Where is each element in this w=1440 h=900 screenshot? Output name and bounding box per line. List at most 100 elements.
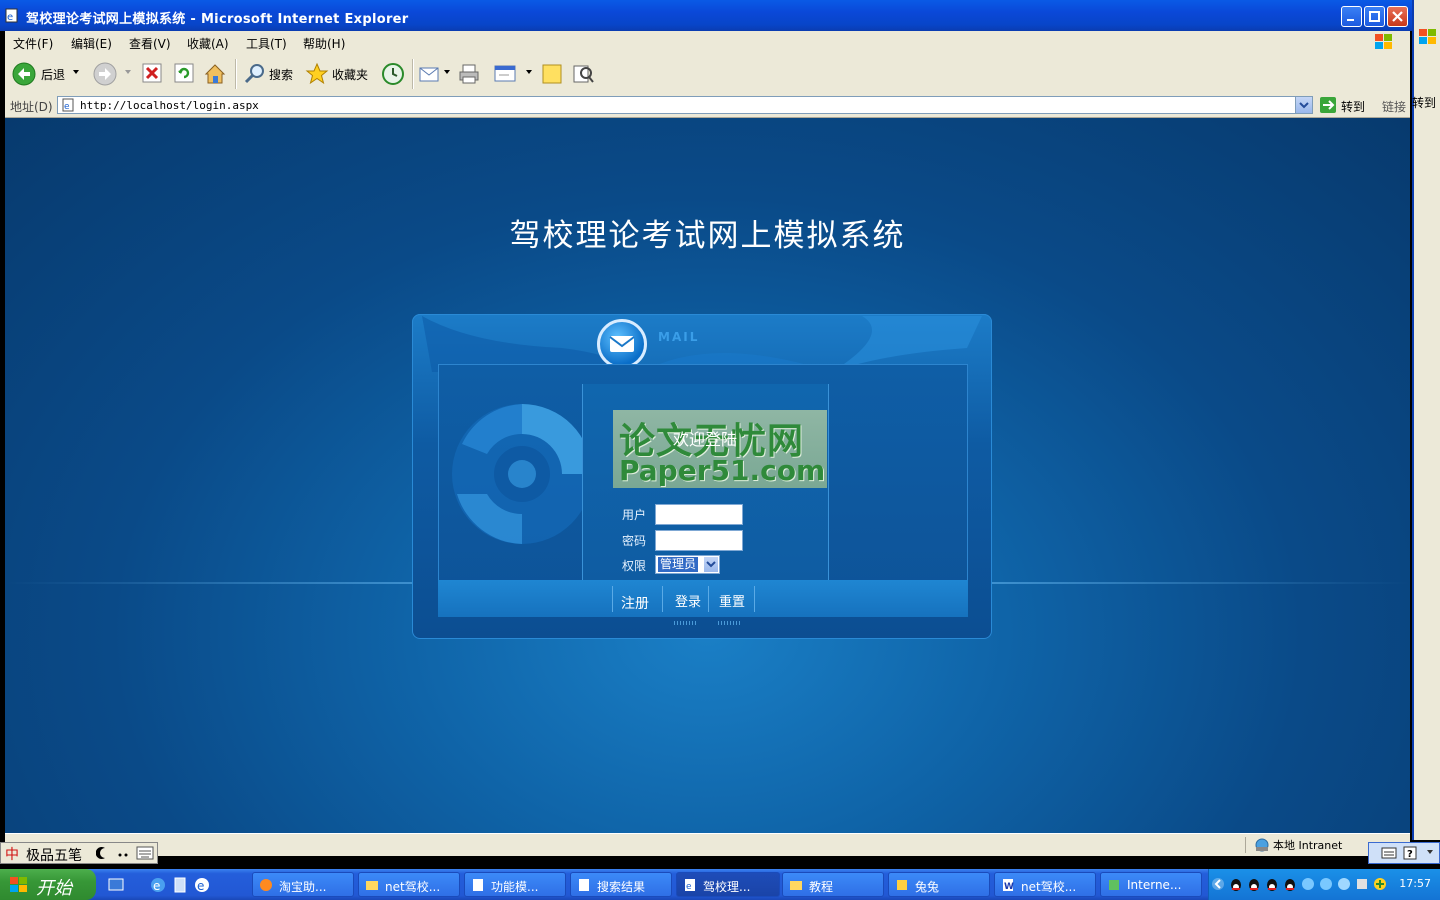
taskbar-item-net-driving-folder[interactable]: net驾校... [358, 872, 460, 897]
toolbar-separator [412, 59, 414, 89]
qq-penguin-icon[interactable] [1247, 877, 1261, 891]
forward-dropdown-icon[interactable] [124, 68, 132, 92]
swirl-graphic [452, 404, 592, 544]
mail-dropdown-icon[interactable] [443, 68, 451, 92]
svg-text:e: e [7, 12, 13, 23]
toolbar-separator [235, 59, 237, 89]
taskbar-item-label: net驾校... [1021, 880, 1077, 894]
mail-label: MAIL [658, 330, 700, 344]
chevron-down-icon [706, 561, 716, 568]
help-icon[interactable]: ? [1403, 846, 1417, 860]
refresh-icon[interactable] [173, 62, 195, 86]
qq-penguin-icon[interactable] [1265, 877, 1279, 891]
chinese-input-icon[interactable]: 中 [4, 845, 22, 861]
word-document-icon: W [1003, 879, 1014, 892]
svg-text:e: e [686, 882, 692, 892]
menu-favorites[interactable]: 收藏(A) [187, 35, 229, 52]
taskbar-item-label: 驾校理... [703, 880, 751, 894]
password-input[interactable] [655, 530, 743, 551]
qq-penguin-icon[interactable] [1229, 877, 1243, 891]
windows-flag-icon [1419, 29, 1436, 44]
role-select[interactable]: 管理员 [655, 555, 720, 574]
clock[interactable]: 17:57 [1399, 877, 1431, 890]
close-button[interactable] [1387, 6, 1408, 27]
history-icon[interactable] [381, 62, 405, 86]
search-button-label[interactable]: 搜索 [269, 66, 293, 83]
taskbar-item-tutorial[interactable]: 教程 [782, 872, 884, 897]
qq-penguin-icon[interactable] [1283, 877, 1297, 891]
go-label: 转到 [1341, 100, 1366, 114]
mail-icon[interactable] [418, 62, 442, 86]
ime-toolbar[interactable]: 中 极品五笔 [0, 842, 158, 864]
favorites-button-label[interactable]: 收藏夹 [332, 66, 368, 83]
discuss-icon[interactable] [540, 62, 564, 86]
username-input[interactable] [655, 504, 743, 525]
quicklaunch-app-icon[interactable] [172, 877, 188, 893]
taskbar: 开始 e e 淘宝助... net驾校... 功能模... 搜索结果 e 驾校理.… [0, 869, 1440, 900]
research-icon[interactable] [571, 62, 595, 86]
quicklaunch-browser-icon[interactable]: e [194, 877, 210, 893]
address-input[interactable]: e http://localhost/login.aspx [57, 96, 1313, 114]
taobao-icon [260, 879, 272, 891]
cloud-icon[interactable] [1337, 877, 1351, 891]
network-icon[interactable] [1301, 877, 1315, 891]
back-arrow-icon[interactable] [12, 62, 36, 86]
stop-icon[interactable] [141, 62, 163, 86]
web-page: 驾校理论考试网上模拟系统 MAIL 论文无忧网 Paper51.com 欢迎登陆… [5, 118, 1410, 833]
taskbar-item-label: 功能模... [491, 880, 539, 894]
quicklaunch-ie-icon[interactable]: e [150, 877, 166, 893]
edit-dropdown-icon[interactable] [525, 68, 533, 92]
taskbar-item-driving-school-active[interactable]: e 驾校理... [676, 872, 780, 897]
menu-help[interactable]: 帮助(H) [303, 35, 345, 52]
menu-view[interactable]: 查看(V) [129, 35, 171, 52]
home-icon[interactable] [203, 62, 227, 86]
back-dropdown-icon[interactable] [72, 68, 80, 92]
network-icon[interactable] [1319, 877, 1333, 891]
taskbar-item-internet[interactable]: Interne... [1100, 872, 1202, 897]
app-tray-icon[interactable] [1355, 877, 1369, 891]
language-bar[interactable]: ? [1368, 842, 1440, 864]
menu-file[interactable]: 文件(F) [13, 35, 53, 52]
favorites-star-icon[interactable] [305, 62, 329, 86]
soft-keyboard-icon[interactable] [136, 846, 154, 860]
window-titlebar[interactable]: e 驾校理论考试网上模拟系统 - Microsoft Internet Expl… [0, 0, 1412, 31]
back-button-label[interactable]: 后退 [41, 66, 65, 83]
minimize-button[interactable] [1341, 6, 1362, 27]
register-button[interactable]: 注册 [621, 593, 649, 613]
start-button[interactable]: 开始 [0, 869, 96, 900]
taskbar-item-label: 兔兔 [915, 880, 940, 894]
taskbar-item-net-driving-doc[interactable]: Wnet驾校... [994, 872, 1096, 897]
punctuation-icon[interactable] [116, 846, 130, 860]
ime-name[interactable]: 极品五笔 [26, 845, 82, 865]
forward-arrow-icon[interactable] [93, 62, 117, 86]
address-url: http://localhost/login.aspx [80, 99, 259, 112]
taskbar-item-label: net驾校... [385, 880, 441, 894]
taskbar-item-function-module[interactable]: 功能模... [464, 872, 566, 897]
taskbar-item-search-results[interactable]: 搜索结果 [570, 872, 672, 897]
svg-text:?: ? [1407, 849, 1413, 860]
menu-tools[interactable]: 工具(T) [246, 35, 287, 52]
button-bar: 注册 登录 重置 [438, 580, 968, 617]
plus-icon[interactable] [1373, 877, 1387, 891]
quicklaunch-desktop-icon[interactable] [108, 877, 124, 893]
search-icon[interactable] [243, 62, 267, 86]
tray-expand-icon[interactable] [1211, 877, 1225, 891]
menu-edit[interactable]: 编辑(E) [71, 35, 112, 52]
search-page-icon [579, 879, 589, 891]
background-go-label: 转到 [1412, 96, 1437, 110]
taskbar-item-taobao[interactable]: 淘宝助... [252, 872, 354, 897]
links-label[interactable]: 链接 [1382, 98, 1406, 115]
half-width-moon-icon[interactable] [96, 846, 110, 860]
options-arrow-icon[interactable] [1425, 847, 1435, 859]
role-dropdown-button[interactable] [704, 557, 718, 572]
print-icon[interactable] [457, 62, 481, 86]
taskbar-item-tutu[interactable]: 兔兔 [888, 872, 990, 897]
maximize-button[interactable] [1364, 6, 1385, 27]
address-dropdown-button[interactable] [1295, 97, 1312, 113]
reset-button[interactable]: 重置 [719, 591, 745, 610]
edit-icon[interactable] [493, 62, 517, 86]
keyboard-icon[interactable] [1381, 846, 1397, 860]
menubar: 文件(F) 编辑(E) 查看(V) 收藏(A) 工具(T) 帮助(H) [5, 31, 1410, 54]
login-button[interactable]: 登录 [675, 591, 701, 610]
folder-icon [790, 881, 802, 890]
